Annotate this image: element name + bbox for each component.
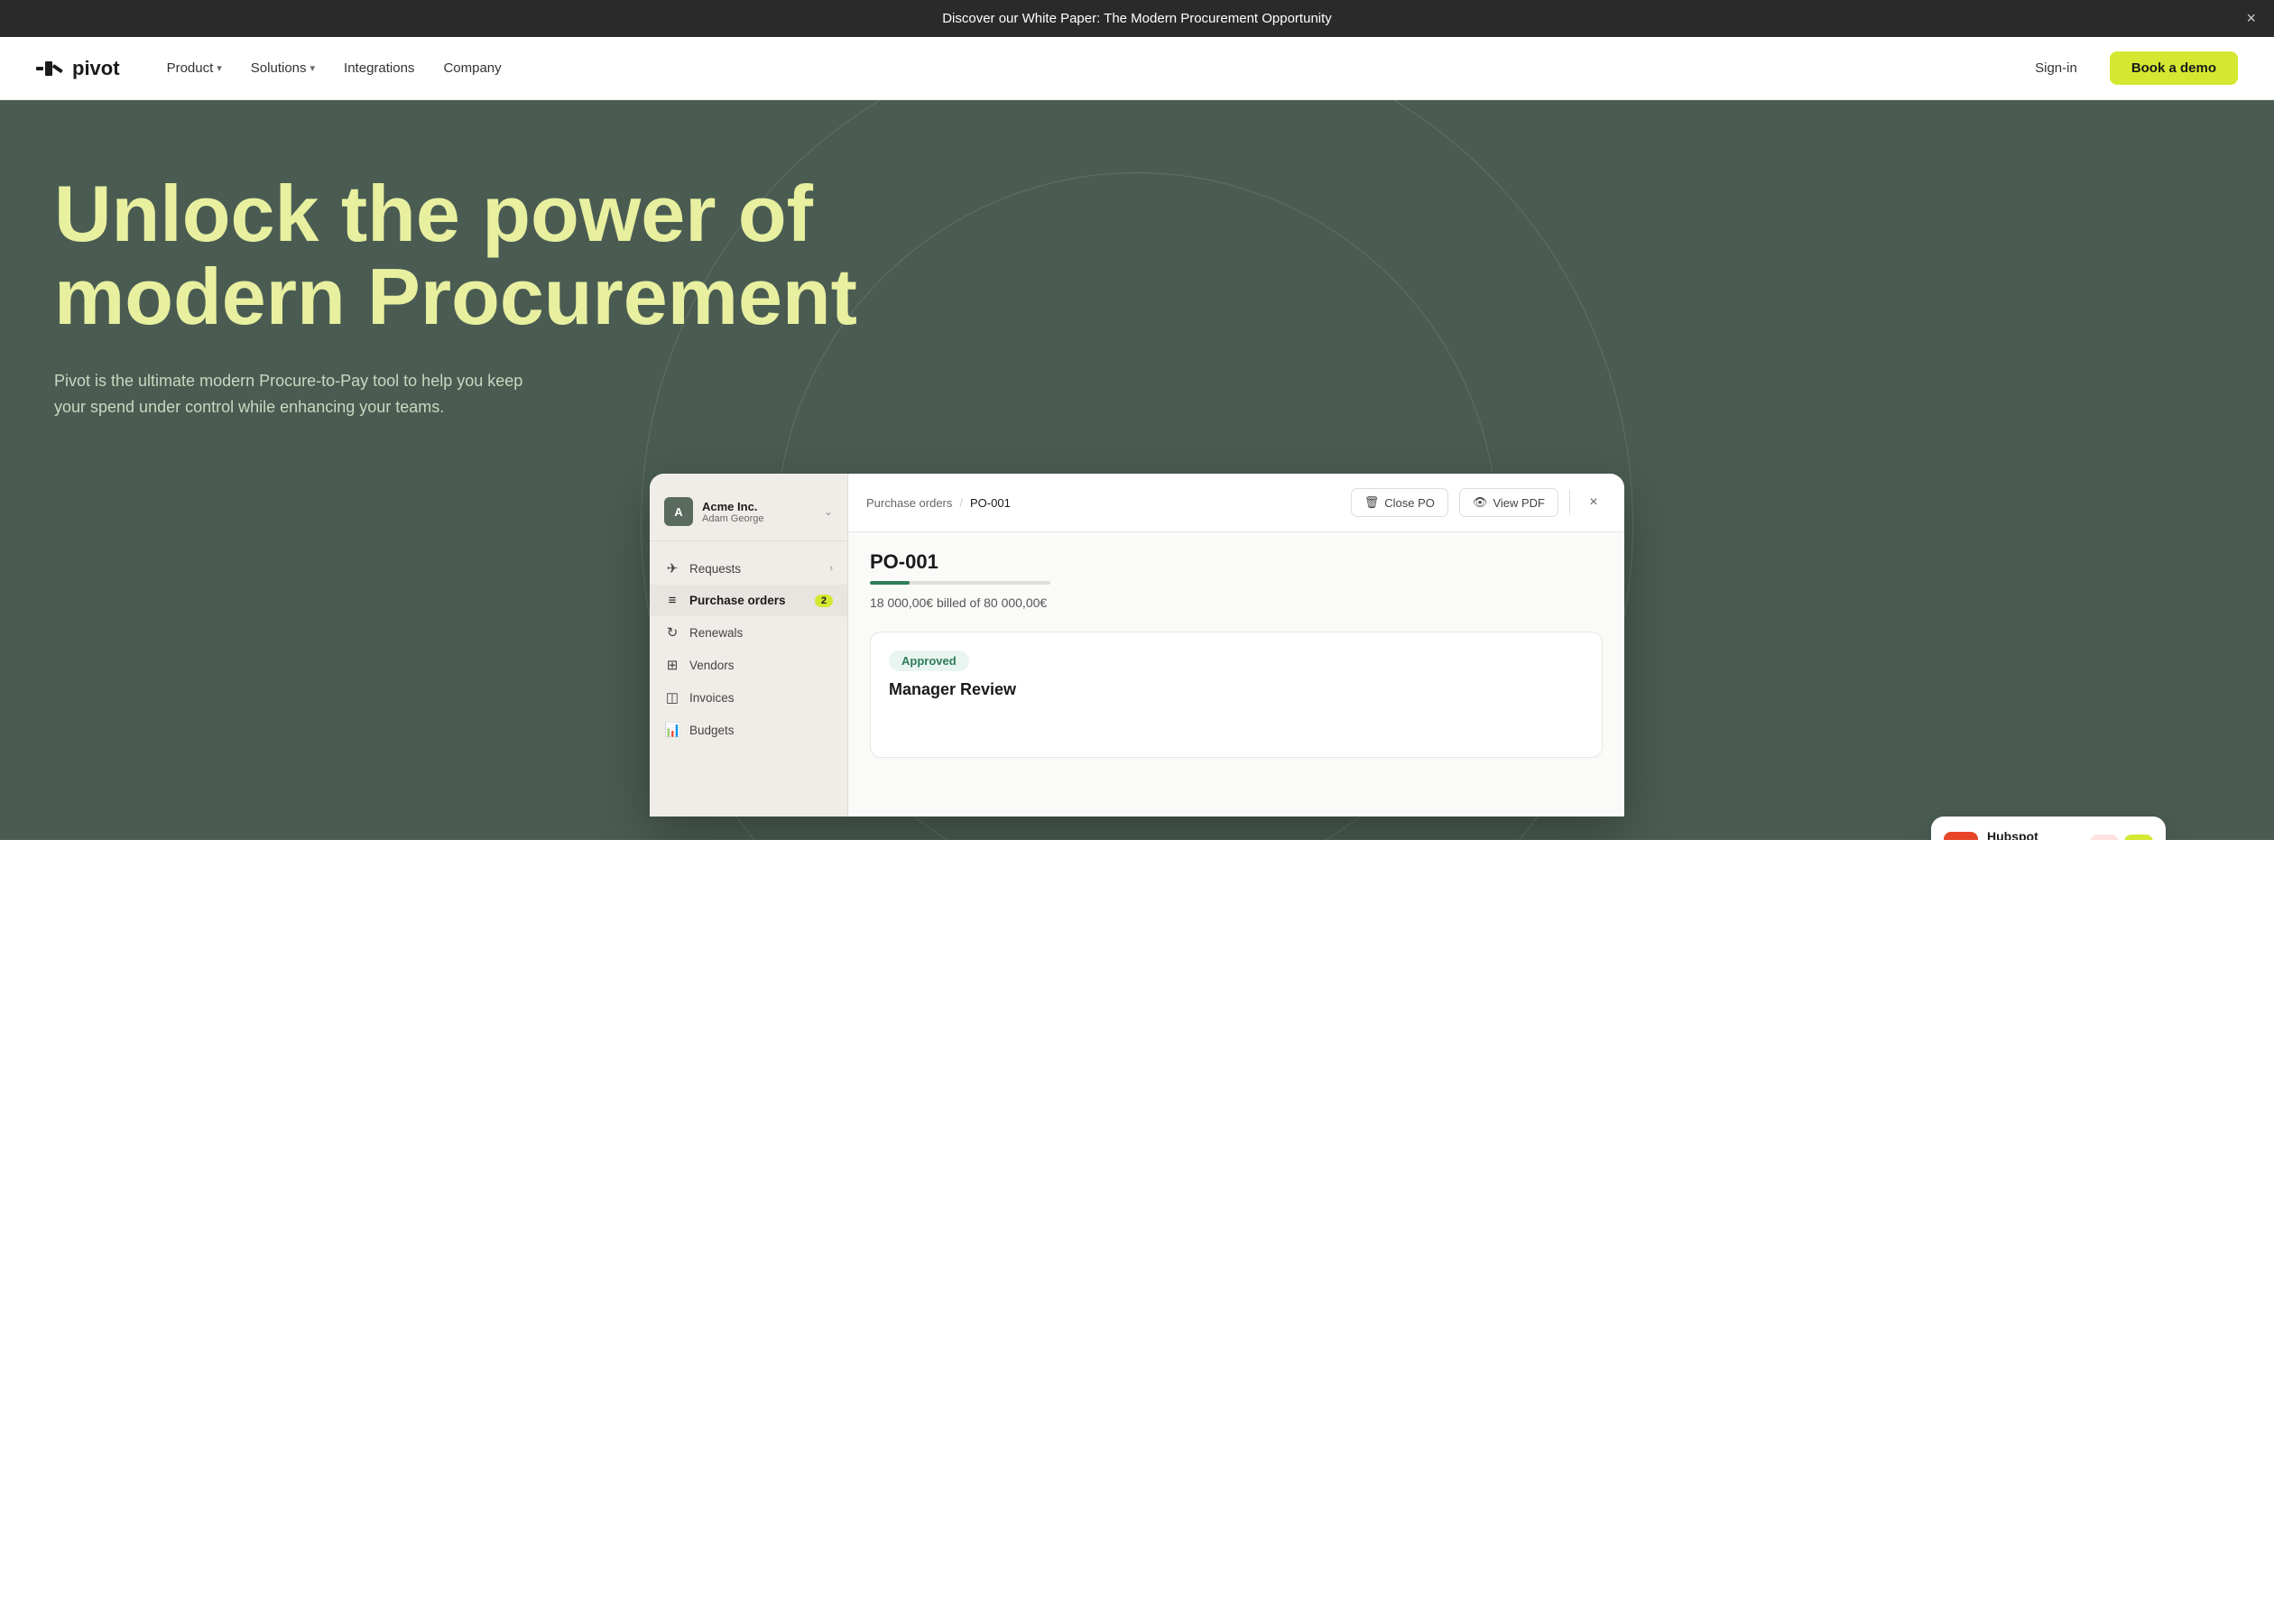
close-po-icon: 🗑	[1364, 495, 1380, 510]
breadcrumb-current: PO-001	[970, 496, 1011, 510]
company-name: Acme Inc.	[702, 500, 815, 513]
close-button[interactable]: ×	[1581, 490, 1606, 515]
hubspot-logo-icon: H	[1944, 832, 1978, 840]
logo[interactable]: pivot	[36, 57, 120, 80]
sidebar-item-invoices[interactable]: ◫ Invoices	[650, 681, 847, 714]
nav-item-solutions[interactable]: Solutions ▾	[240, 53, 326, 83]
announcement-close[interactable]: ×	[2246, 9, 2256, 28]
avatar: A	[664, 497, 693, 526]
vendors-icon: ⊞	[664, 657, 680, 673]
sidebar-user[interactable]: A Acme Inc. Adam George ⌄	[650, 488, 847, 541]
navbar-left: pivot Product ▾ Solutions ▾ Integrations…	[36, 53, 513, 83]
navbar-right: Sign-in Book a demo	[2017, 51, 2238, 85]
nav-integrations-label: Integrations	[344, 60, 414, 76]
nav-solutions-label: Solutions	[251, 60, 307, 76]
hubspot-name: Hubspot	[1987, 829, 2081, 840]
sign-in-button[interactable]: Sign-in	[2017, 53, 2095, 83]
budgets-icon: 📊	[664, 722, 680, 738]
sidebar: A Acme Inc. Adam George ⌄ ✈ Requests › ≡…	[650, 474, 848, 817]
po-amount: 18 000,00€ billed of 80 000,00€	[870, 595, 1603, 610]
nav-company-label: Company	[443, 60, 501, 76]
sidebar-requests-label: Requests	[689, 562, 741, 576]
navbar: pivot Product ▾ Solutions ▾ Integrations…	[0, 37, 2274, 100]
renewals-icon: ↻	[664, 624, 680, 641]
close-po-button[interactable]: 🗑 Close PO	[1351, 488, 1448, 517]
sidebar-vendors-label: Vendors	[689, 659, 735, 672]
po-progress-bar	[870, 581, 1050, 585]
invoices-icon: ◫	[664, 689, 680, 706]
hubspot-approve-button[interactable]: ✓	[2124, 835, 2153, 840]
nav-solutions-chevron: ▾	[310, 62, 316, 74]
breadcrumb-separator: /	[959, 496, 963, 510]
hubspot-card: H Hubspot REQ-176 • 24 300,00 € × ✓ Deta…	[1931, 817, 2166, 840]
hero-title: Unlock the power of modern Procurement	[54, 172, 866, 339]
hero-section: Unlock the power of modern Procurement P…	[0, 100, 2274, 840]
sidebar-item-renewals[interactable]: ↻ Renewals	[650, 616, 847, 649]
user-name: Adam George	[702, 513, 815, 524]
view-pdf-icon: 👁	[1473, 495, 1488, 510]
sidebar-item-budgets[interactable]: 📊 Budgets	[650, 714, 847, 746]
sidebar-purchase-orders-label: Purchase orders	[689, 594, 786, 607]
approval-card: Approved Manager Review	[870, 632, 1603, 758]
purchase-orders-badge: 2	[815, 595, 833, 607]
hubspot-header: H Hubspot REQ-176 • 24 300,00 € × ✓	[1931, 817, 2166, 840]
announcement-text: Discover our White Paper: The Modern Pro…	[942, 11, 1332, 26]
nav-item-company[interactable]: Company	[432, 53, 512, 83]
purchase-orders-icon: ≡	[664, 593, 680, 608]
requests-icon: ✈	[664, 560, 680, 577]
sidebar-budgets-label: Budgets	[689, 724, 735, 737]
close-po-label: Close PO	[1384, 496, 1435, 510]
nav-product-label: Product	[167, 60, 214, 76]
header-divider	[1569, 490, 1570, 515]
sidebar-renewals-label: Renewals	[689, 626, 743, 640]
hero-subtitle: Pivot is the ultimate modern Procure-to-…	[54, 368, 523, 420]
announcement-bar: Discover our White Paper: The Modern Pro…	[0, 0, 2274, 37]
book-demo-button[interactable]: Book a demo	[2110, 51, 2238, 85]
sidebar-item-vendors[interactable]: ⊞ Vendors	[650, 649, 847, 681]
user-chevron-icon: ⌄	[824, 505, 833, 518]
view-pdf-button[interactable]: 👁 View PDF	[1459, 488, 1558, 517]
breadcrumb: Purchase orders / PO-001	[866, 496, 1011, 510]
main-content: Purchase orders / PO-001 🗑 Close PO 👁 Vi…	[848, 474, 1624, 817]
po-progress-fill	[870, 581, 910, 585]
content-header: Purchase orders / PO-001 🗑 Close PO 👁 Vi…	[848, 474, 1624, 532]
approved-badge: Approved	[889, 651, 969, 671]
sidebar-item-purchase-orders[interactable]: ≡ Purchase orders 2	[650, 585, 847, 616]
requests-chevron-icon: ›	[829, 563, 833, 574]
view-pdf-label: View PDF	[1493, 496, 1545, 510]
breadcrumb-parent[interactable]: Purchase orders	[866, 496, 952, 510]
approval-section: Approved Manager Review	[870, 632, 1603, 758]
app-mockup: A Acme Inc. Adam George ⌄ ✈ Requests › ≡…	[54, 474, 2220, 817]
po-detail-content: PO-001 18 000,00€ billed of 80 000,00€ A…	[848, 532, 1624, 817]
nav-items: Product ▾ Solutions ▾ Integrations Compa…	[156, 53, 513, 83]
app-window: A Acme Inc. Adam George ⌄ ✈ Requests › ≡…	[650, 474, 1624, 817]
logo-icon	[36, 58, 65, 79]
sidebar-invoices-label: Invoices	[689, 691, 735, 705]
sidebar-item-requests[interactable]: ✈ Requests ›	[650, 552, 847, 585]
hubspot-close-button[interactable]: ×	[2090, 835, 2119, 840]
user-info: Acme Inc. Adam George	[702, 500, 815, 524]
nav-item-product[interactable]: Product ▾	[156, 53, 233, 83]
hubspot-actions: × ✓	[2090, 835, 2153, 840]
manager-review-title: Manager Review	[889, 680, 1584, 699]
header-actions: 🗑 Close PO 👁 View PDF ×	[1351, 488, 1606, 517]
po-title: PO-001	[870, 550, 1603, 574]
hubspot-info: Hubspot REQ-176 • 24 300,00 €	[1987, 829, 2081, 840]
nav-item-integrations[interactable]: Integrations	[333, 53, 425, 83]
logo-text: pivot	[72, 57, 120, 80]
nav-product-chevron: ▾	[217, 62, 222, 74]
